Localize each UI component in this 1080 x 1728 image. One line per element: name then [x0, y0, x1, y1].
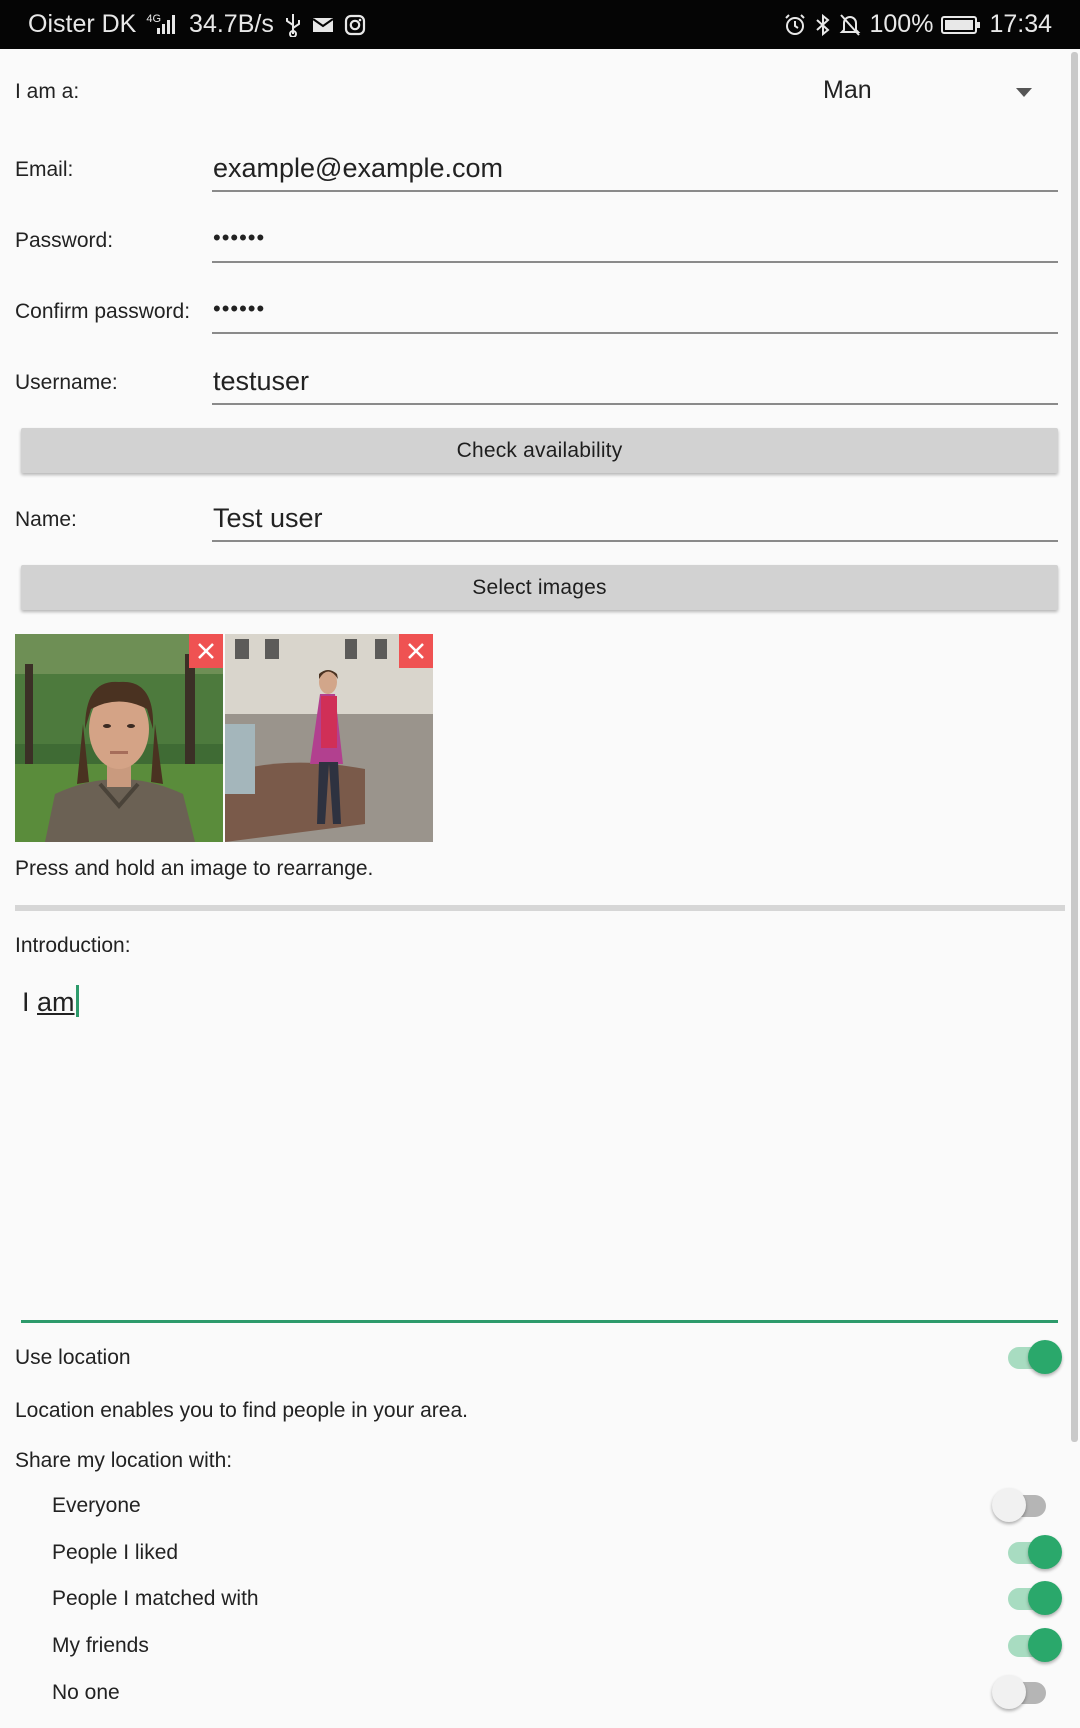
email-field[interactable]: example@example.com: [212, 142, 1058, 192]
check-availability-button[interactable]: Check availability: [21, 428, 1058, 473]
profile-photo-2[interactable]: [225, 634, 433, 842]
share-location-label: Share my location with:: [15, 1449, 233, 1472]
share-option-no-one-label: No one: [52, 1681, 120, 1704]
email-label: Email:: [15, 158, 74, 181]
images-hint: Press and hold an image to rearrange.: [15, 857, 374, 880]
silent-icon: [839, 13, 861, 37]
network-speed: 34.7B/s: [189, 10, 274, 38]
share-option-matched-toggle[interactable]: [1004, 1579, 1062, 1619]
share-option-people-liked-toggle[interactable]: [1004, 1533, 1062, 1573]
gender-value[interactable]: Man: [823, 76, 872, 105]
text-cursor: [75, 985, 79, 1017]
close-icon: [408, 643, 424, 659]
username-value[interactable]: testuser: [213, 366, 309, 397]
name-label: Name:: [15, 508, 77, 531]
remove-photo-2-button[interactable]: [399, 634, 433, 668]
clock: 17:34: [989, 10, 1052, 38]
share-option-no-one-toggle[interactable]: [992, 1673, 1050, 1713]
carrier-name: Oister DK: [28, 10, 137, 38]
mail-icon: [312, 16, 334, 34]
confirm-password-value[interactable]: ••••••: [213, 296, 265, 322]
alarm-icon: [783, 13, 807, 37]
bluetooth-icon: [815, 13, 831, 37]
divider: [15, 905, 1065, 911]
close-icon: [198, 643, 214, 659]
remove-photo-1-button[interactable]: [189, 634, 223, 668]
email-value[interactable]: example@example.com: [213, 153, 503, 184]
instagram-icon: [344, 14, 366, 36]
share-option-friends-toggle[interactable]: [1004, 1626, 1062, 1666]
name-field[interactable]: Test user: [212, 492, 1058, 542]
name-value[interactable]: Test user: [213, 503, 323, 534]
username-field[interactable]: testuser: [212, 355, 1058, 405]
introduction-text-start: I: [22, 987, 38, 1017]
status-bar: Oister DK 4G 34.7B/s 100% 17:34: [0, 0, 1080, 49]
username-label: Username:: [15, 371, 118, 394]
dropdown-arrow-icon[interactable]: [1016, 88, 1032, 97]
usb-icon: [284, 13, 302, 37]
introduction-textarea[interactable]: I am: [21, 975, 1058, 1323]
share-option-matched-label: People I matched with: [52, 1587, 259, 1610]
use-location-toggle[interactable]: [1004, 1338, 1062, 1378]
confirm-password-field[interactable]: ••••••: [212, 284, 1058, 334]
signal-icon: 4G: [146, 12, 179, 36]
scroll-indicator[interactable]: [1071, 52, 1078, 1442]
password-field[interactable]: ••••••: [212, 213, 1058, 263]
introduction-label: Introduction:: [15, 934, 131, 957]
battery-percent: 100%: [869, 10, 934, 38]
profile-photo-1[interactable]: [15, 634, 223, 842]
share-option-everyone-toggle[interactable]: [992, 1486, 1050, 1526]
location-description: Location enables you to find people in y…: [15, 1399, 468, 1422]
network-type: 4G: [146, 12, 162, 25]
password-value[interactable]: ••••••: [213, 225, 265, 251]
introduction-text-word: am: [37, 987, 75, 1017]
battery-icon: [941, 15, 981, 35]
share-option-everyone-label: Everyone: [52, 1494, 141, 1517]
gender-label: I am a:: [15, 80, 80, 103]
password-label: Password:: [15, 229, 114, 252]
introduction-value[interactable]: I am: [22, 985, 79, 1018]
use-location-label: Use location: [15, 1346, 131, 1369]
share-option-people-liked-label: People I liked: [52, 1541, 179, 1564]
confirm-password-label: Confirm password:: [15, 300, 191, 323]
share-option-friends-label: My friends: [52, 1634, 149, 1657]
select-images-button[interactable]: Select images: [21, 565, 1058, 610]
